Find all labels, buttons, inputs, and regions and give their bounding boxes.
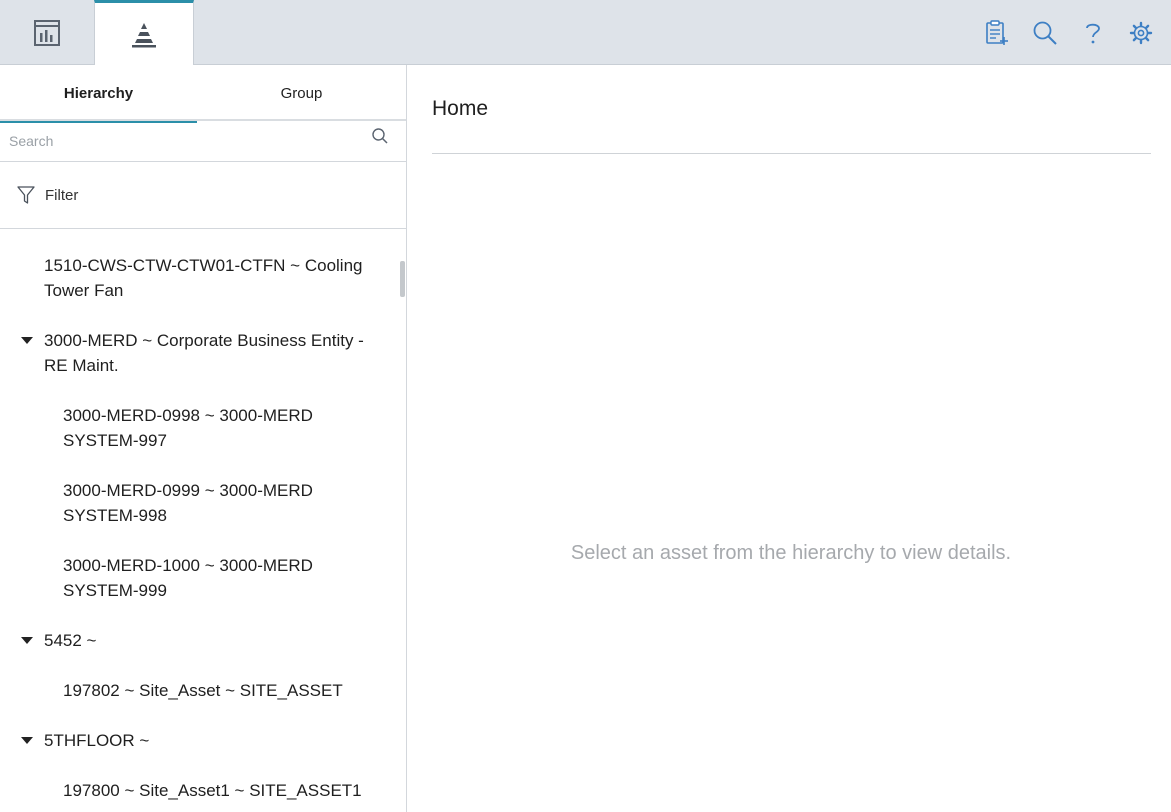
tree-node[interactable]: 197802 ~ Site_Asset ~ SITE_ASSET (63, 678, 383, 703)
tab-dashboard[interactable] (0, 0, 94, 65)
tree-node[interactable]: 197800 ~ Site_Asset1 ~ SITE_ASSET1 (63, 778, 383, 803)
top-actions (981, 0, 1157, 65)
tree-scrollbar[interactable] (400, 261, 405, 297)
tree-node[interactable]: 5THFLOOR ~ (44, 728, 384, 753)
tree-node[interactable]: 3000-MERD-1000 ~ 3000-MERD SYSTEM-999 (63, 553, 383, 603)
dashboard-icon (34, 19, 60, 46)
page-title: Home (432, 97, 489, 120)
tab-group[interactable]: Group (197, 65, 406, 121)
tree-node[interactable]: 1510-CWS-CTW-CTW01-CTFN ~ Cooling Tower … (44, 253, 384, 303)
hierarchy-pyramid-icon (132, 22, 156, 47)
global-search-button[interactable] (1029, 17, 1061, 49)
help-button[interactable] (1077, 17, 1109, 49)
search-icon (1033, 21, 1057, 45)
filter-button[interactable]: Filter (0, 162, 406, 229)
tree-node[interactable]: 3000-MERD ~ Corporate Business Entity - … (44, 328, 384, 378)
hierarchy-panel: Hierarchy Group Filter 1510-CWS-CTW-CTW0… (0, 65, 407, 812)
search-input[interactable] (9, 129, 359, 153)
tab-hierarchy-list[interactable]: Hierarchy (0, 65, 197, 123)
panel-tabs: Hierarchy Group (0, 65, 406, 123)
help-icon (1086, 23, 1100, 43)
new-clipboard-button[interactable] (981, 17, 1013, 49)
main-content: Home Select an asset from the hierarchy … (407, 65, 1171, 812)
empty-state-message: Select an asset from the hierarchy to vi… (570, 542, 1012, 564)
tree-node[interactable]: 5452 ~ (44, 628, 384, 653)
settings-button[interactable] (1125, 17, 1157, 49)
caret-down-icon[interactable] (21, 735, 33, 745)
tree-node[interactable]: 3000-MERD-0998 ~ 3000-MERD SYSTEM-997 (63, 403, 383, 453)
title-divider (432, 153, 1151, 154)
tree-node[interactable]: 3000-MERD-0999 ~ 3000-MERD SYSTEM-998 (63, 478, 383, 528)
gear-icon (1129, 21, 1153, 44)
filter-label: Filter (45, 186, 79, 204)
search-icon[interactable] (371, 127, 389, 145)
top-bar (0, 0, 1171, 66)
tab-hierarchy[interactable] (94, 0, 194, 66)
filter-icon (17, 186, 35, 204)
caret-down-icon[interactable] (21, 335, 33, 345)
clipboard-add-icon (986, 19, 1008, 45)
search-bar (0, 121, 406, 162)
asset-tree: 1510-CWS-CTW-CTW01-CTFN ~ Cooling Tower … (0, 229, 406, 812)
caret-down-icon[interactable] (21, 635, 33, 645)
